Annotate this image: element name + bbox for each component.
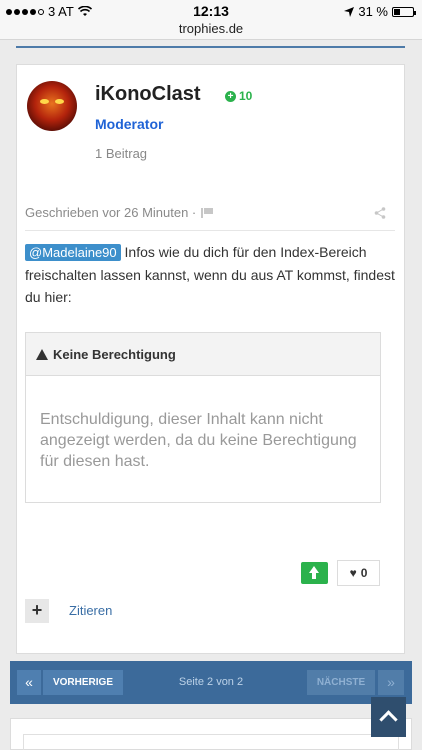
upvote-button[interactable] <box>301 562 328 584</box>
scroll-to-top-button[interactable] <box>371 697 406 737</box>
no-permission-message: Entschuldigung, dieser Inhalt kann nicht… <box>40 411 357 470</box>
plus-icon: + <box>225 90 236 102</box>
no-permission-box: Keine Berechtigung Entschuldigung, diese… <box>25 332 381 503</box>
section-divider <box>16 46 405 48</box>
reply-editor[interactable] <box>23 734 399 750</box>
next-page-button[interactable]: NÄCHSTE <box>307 670 375 695</box>
warning-icon <box>36 348 48 360</box>
like-count: 0 <box>360 566 368 580</box>
reputation-badge: + 10 <box>225 89 252 103</box>
flag-icon[interactable] <box>201 207 214 218</box>
post-content: @Madelaine90 Infos wie du dich für den I… <box>25 241 397 308</box>
pagination-bar: « VORHERIGE Seite 2 von 2 NÄCHSTE » <box>10 661 412 704</box>
post-timestamp[interactable]: Geschrieben vor 26 Minuten · <box>25 205 196 220</box>
avatar[interactable] <box>27 81 77 131</box>
user-mention[interactable]: @Madelaine90 <box>25 244 121 261</box>
post-meta: Geschrieben vor 26 Minuten · <box>25 205 214 220</box>
location-icon <box>344 6 355 17</box>
reply-box <box>10 718 412 750</box>
quote-link[interactable]: Zitieren <box>69 603 112 618</box>
author-post-count: 1 Beitrag <box>95 146 148 161</box>
forum-post: iKonoClast + 10 Moderator 1 Beitrag Gesc… <box>16 64 405 654</box>
heart-icon: ♥ <box>349 566 357 580</box>
battery-percent: 31 % <box>358 4 388 19</box>
author-role: Moderator <box>95 116 164 132</box>
like-button[interactable]: ♥ 0 <box>337 560 380 586</box>
author-name[interactable]: iKonoClast <box>95 83 201 106</box>
reputation-count: 10 <box>239 89 253 103</box>
last-page-button[interactable]: » <box>378 670 404 695</box>
multiquote-button[interactable]: + <box>25 599 49 623</box>
no-permission-title: Keine Berechtigung <box>53 346 176 362</box>
no-permission-header: Keine Berechtigung <box>26 333 380 376</box>
share-icon[interactable] <box>374 207 386 219</box>
status-right: 31 % <box>344 4 416 19</box>
battery-icon <box>392 6 416 17</box>
status-bar: 3 AT 12:13 trophies.de 31 % <box>0 0 422 40</box>
meta-divider <box>25 230 395 231</box>
address-bar-url[interactable]: trophies.de <box>0 21 422 36</box>
